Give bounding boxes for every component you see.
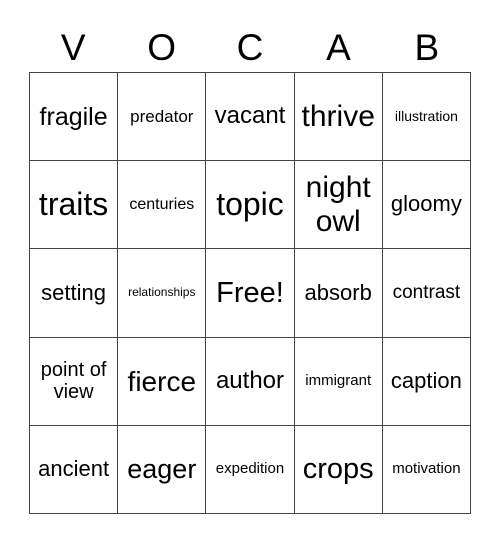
bingo-cell[interactable]: predator [118, 73, 207, 162]
free-space[interactable]: Free! [206, 249, 295, 338]
header-letter-v: V [60, 27, 86, 68]
bingo-cell[interactable]: absorb [294, 249, 383, 338]
bingo-cell[interactable]: crops [294, 425, 383, 514]
bingo-cell[interactable]: motivation [382, 425, 471, 514]
bingo-cell[interactable]: thrive [294, 73, 383, 162]
bingo-cell[interactable]: author [206, 337, 295, 426]
bingo-cell[interactable]: expedition [206, 425, 295, 514]
bingo-cell[interactable]: caption [382, 337, 471, 426]
bingo-cell[interactable]: centuries [118, 161, 207, 250]
bingo-cell[interactable]: traits [30, 161, 119, 250]
bingo-cell[interactable]: setting [30, 249, 119, 338]
bingo-cell[interactable]: fragile [30, 73, 119, 162]
bingo-header: V O C A B [29, 24, 471, 72]
header-letter-o: O [147, 27, 176, 68]
bingo-cell[interactable]: immigrant [294, 337, 383, 426]
header-letter-c: C [236, 27, 264, 68]
bingo-grid: fragile predator vacant thrive illustrat… [29, 72, 471, 514]
bingo-cell[interactable]: relationships [118, 249, 207, 338]
bingo-cell[interactable]: ancient [30, 425, 119, 514]
header-letter-b: B [414, 27, 440, 68]
bingo-cell[interactable]: night owl [294, 161, 383, 250]
bingo-cell[interactable]: vacant [206, 73, 295, 162]
bingo-cell[interactable]: point of view [30, 337, 119, 426]
bingo-cell[interactable]: eager [118, 425, 207, 514]
bingo-cell[interactable]: gloomy [382, 161, 471, 250]
bingo-cell[interactable]: contrast [382, 249, 471, 338]
header-letter-a: A [326, 27, 351, 68]
bingo-cell[interactable]: topic [206, 161, 295, 250]
bingo-cell[interactable]: illustration [382, 73, 471, 162]
bingo-cell[interactable]: fierce [118, 337, 207, 426]
